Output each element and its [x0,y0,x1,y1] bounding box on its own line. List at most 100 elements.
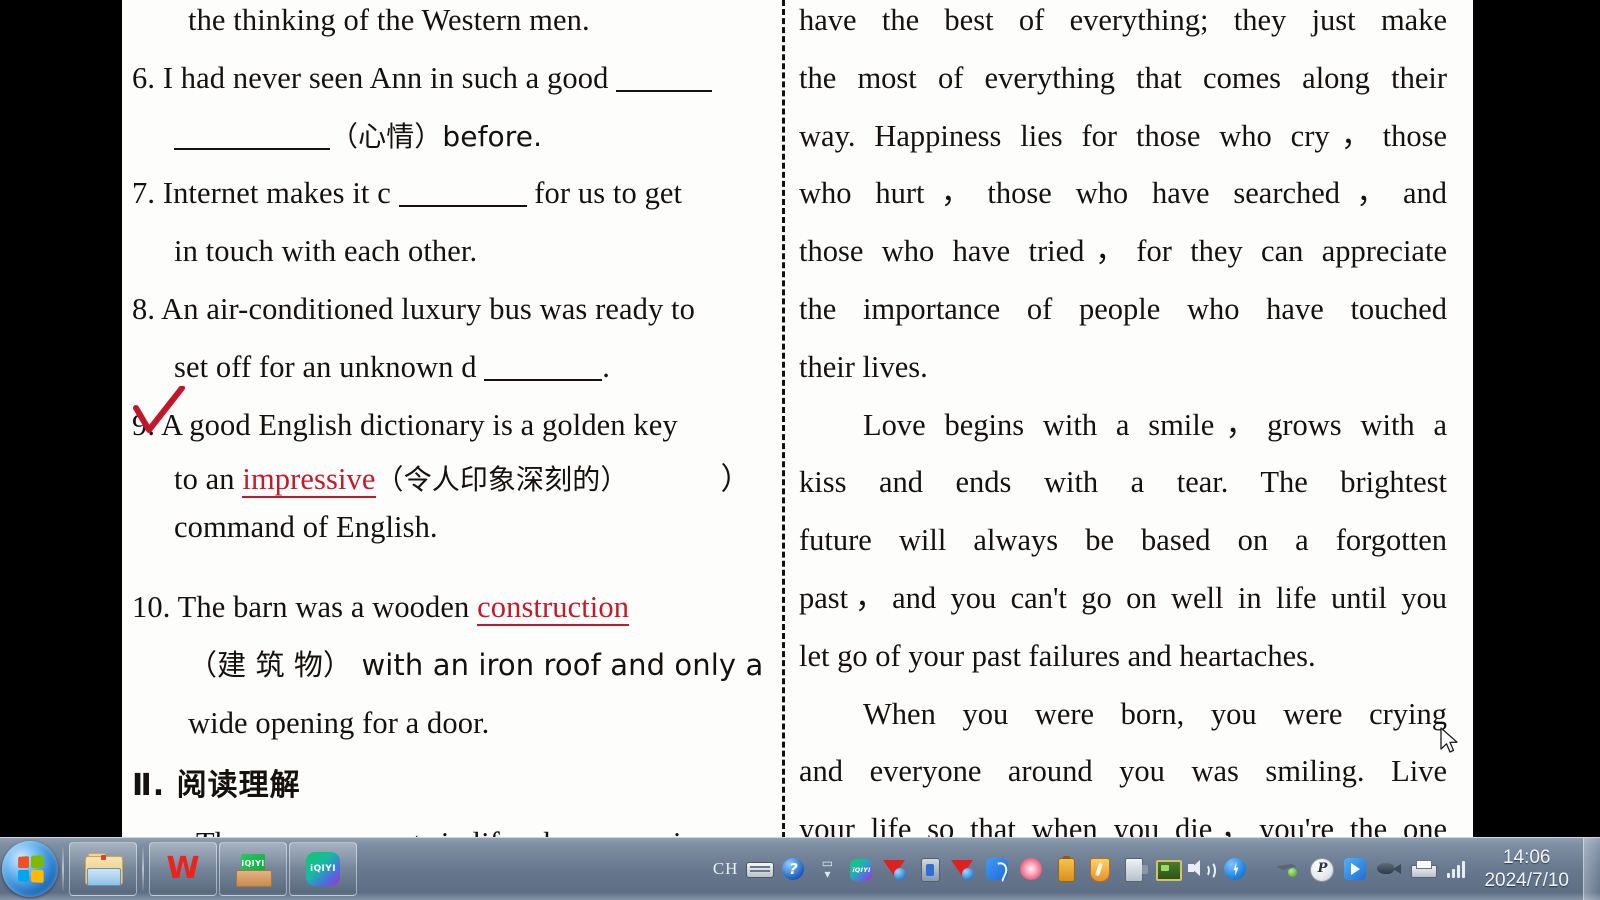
item-8-text-a: An air-conditioned luxury bus was ready … [161,291,695,326]
passage-paragraph-3: When you were born, you were crying and … [799,686,1447,838]
item-7-blank-1[interactable] [398,205,527,208]
tray-p-coin-button[interactable]: P [1304,838,1338,900]
video-converter-2-icon [950,856,976,882]
show-desktop-button[interactable] [1583,838,1600,900]
tray-swirl-app-button[interactable] [980,838,1014,900]
item-9-line-1: 9. A good English dictionary is a golden… [132,397,774,455]
document-body: the thinking of the Western men. 6. I ha… [122,0,1473,838]
clock-time: 14:06 [1502,847,1551,868]
taskbar-separator [142,847,144,891]
blue-play-icon [1342,856,1368,882]
passage-line: the most of everything that comes along … [799,60,1447,95]
taskbar-button-file-explorer[interactable] [69,842,137,896]
passage-line: your life so that when you die，you're th… [799,812,1447,838]
item-7-line-1: 7. Internet makes it c for us to get [132,165,774,223]
show-hidden-icons-icon: ▭ ▾ [821,856,834,881]
battery-device-icon [1052,856,1078,882]
taskbar[interactable]: W iQIYI iQIYI CH ? ▭ ▾ iQIYI P 14:06 202… [0,837,1600,900]
passage-line: Love begins with a smile，grows with a [863,407,1447,442]
exercise-item-6: 6. I had never seen Ann in such a good （… [132,50,774,166]
section-heading-reading: Ⅱ. 阅读理解 [132,767,301,803]
tray-volume-button[interactable] [1184,838,1218,900]
capture-tool-icon [1274,856,1300,882]
passage-line: the importance of people who have touche… [799,291,1447,326]
item-8-number: 8. [132,291,156,326]
item-10-answer: construction [477,590,630,627]
item-6-text-b: （心情）before. [330,119,543,153]
iqiyi-app-icon: iQIYI [304,850,342,888]
tray-fish-button[interactable] [1372,838,1406,900]
taskbar-button-wps-office[interactable]: W [149,842,217,896]
passage-paragraph-1: have the best of everything; they just m… [799,0,1447,397]
left-column: the thinking of the Western men. 6. I ha… [122,0,782,838]
passage-line: and everyone around you was smiling. Liv… [799,754,1447,789]
passage-line: future will always be based on a forgott… [799,523,1447,558]
screen: the thinking of the Western men. 6. I ha… [0,0,1600,900]
item-10-line-1: 10. The barn was a wooden construction [132,579,774,637]
document-page[interactable]: the thinking of the Western men. 6. I ha… [122,0,1473,838]
fish-icon [1376,856,1402,882]
flash-player-icon [1222,856,1248,882]
passage-line: past，and you can't go on well in life un… [799,580,1447,615]
item-8-blank-1[interactable] [484,378,603,381]
tray-flower-app-button[interactable] [1014,838,1048,900]
clock-date: 2024/7/10 [1484,870,1569,891]
tray-blue-play-button[interactable] [1338,838,1372,900]
item-6-blank-2[interactable] [174,147,330,150]
passage-line: their lives. [799,349,928,384]
item-9-number: 9. [132,407,156,442]
p-coin-icon: P [1308,856,1335,882]
flower-app-icon [1018,856,1044,882]
windows-logo-icon [18,855,44,883]
ime-label: CH [712,859,739,878]
tray-video-converter-button[interactable] [878,838,912,900]
item-10-line-2: （建 筑 物） with an iron roof and only a [132,637,774,695]
tray-monitor-capture-button[interactable] [1150,838,1184,900]
tray-security-button[interactable] [1082,838,1116,900]
item-8-line-2: set off for an unknown d . [132,339,774,397]
item-7-text-b: for us to get [526,176,683,211]
passage-line: those who have tried，for they can apprec… [799,234,1447,269]
start-button[interactable] [2,841,58,897]
exercise-item-7: 7. Internet makes it c for us to get in … [132,165,774,281]
passage-line: let go of your past failures and heartac… [799,638,1316,673]
taskbar-clock[interactable]: 14:06 2024/7/10 [1474,846,1581,892]
item-8-line-1: 8. An air-conditioned luxury bus was rea… [132,281,774,339]
help-icon: ? [780,856,806,882]
tray-usb-device-button[interactable] [912,838,946,900]
tray-iqiyi-button[interactable]: iQIYI [844,838,878,900]
taskbar-button-iqiyi-downloader[interactable]: iQIYI [219,842,287,896]
tray-video-converter-2-button[interactable] [946,838,980,900]
tray-battery-device-button[interactable] [1048,838,1082,900]
passage-line: have the best of everything; they just m… [799,3,1447,37]
passage-line: When you were born, you were crying [863,696,1447,731]
wps-logo-icon: W [166,851,200,886]
ime-language-indicator[interactable]: CH [709,838,743,900]
taskbar-button-iqiyi-player[interactable]: iQIYI [289,842,357,896]
swirl-app-icon [984,856,1010,882]
volume-icon [1188,856,1217,882]
tray-keyboard-button[interactable] [742,838,776,900]
system-tray: CH ? ▭ ▾ iQIYI P 14:06 2024/7/10 [709,838,1600,900]
show-hidden-icons-button[interactable]: ▭ ▾ [810,838,844,900]
item-6-blank-1[interactable] [616,89,713,92]
keyboard-icon [746,856,775,882]
item-7-text-a: Internet makes it c [162,176,399,211]
item-9-trailing-paren: ） [720,462,752,497]
item-6-number: 6. [132,60,156,95]
passage-paragraph-2: Love begins with a smile，grows with a ki… [799,397,1447,686]
tray-signal-button[interactable] [1440,838,1474,900]
item-9-line-2: to an impressive（令人印象深刻的） ） [132,454,774,505]
item-10-text-a: The barn was a wooden [177,590,478,625]
tray-help-button[interactable]: ? [776,838,810,900]
passage-line: who hurt，those who have searched，and [799,176,1447,211]
item-9-text-b: to an [174,462,243,497]
tray-printer-button[interactable] [1406,838,1440,900]
item-9-answer: impressive [242,462,376,499]
folder-icon [84,850,123,888]
item-6-text-a: I had never seen Ann in such a good [162,60,617,95]
video-converter-icon [882,856,908,882]
tray-capture-tool-button[interactable] [1252,838,1304,900]
tray-flash-player-button[interactable] [1218,838,1252,900]
tray-plug-device-button[interactable] [1116,838,1150,900]
